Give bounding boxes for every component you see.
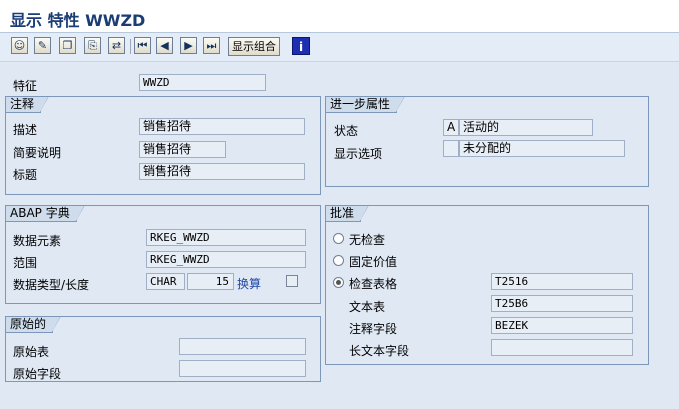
short-text-field[interactable]: 销售招待 bbox=[139, 141, 226, 158]
short-text-label: 简要说明 bbox=[13, 146, 62, 160]
heading-field[interactable]: 销售招待 bbox=[139, 163, 305, 180]
description-field[interactable]: 销售招待 bbox=[139, 118, 305, 135]
display-combination-button[interactable]: 显示组合 bbox=[228, 37, 280, 56]
long-text-field-field[interactable] bbox=[491, 339, 633, 356]
heading-label: 标题 bbox=[13, 168, 38, 182]
edit-pencil-icon[interactable]: ✎ bbox=[34, 37, 51, 54]
person-icon[interactable]: ☺ bbox=[11, 37, 28, 54]
text-table-field[interactable]: T25B6 bbox=[491, 295, 633, 312]
display-option-code-field[interactable] bbox=[443, 140, 459, 157]
description-label: 描述 bbox=[13, 123, 38, 137]
data-element-label: 数据元素 bbox=[13, 234, 62, 248]
application-toolbar: ☺ ✎ ❐ ⎘ ⇄ ⏮ ◀ ▶ ⏭ 显示组合 i bbox=[0, 33, 679, 62]
other-object-icon[interactable]: ⎘ bbox=[84, 37, 101, 54]
origin-table-field[interactable] bbox=[179, 338, 306, 355]
display-option-text-field: 未分配的 bbox=[459, 140, 625, 157]
origin-field-label: 原始字段 bbox=[13, 367, 62, 381]
comment-field-label: 注释字段 bbox=[349, 322, 398, 336]
display-option-label: 显示选项 bbox=[334, 147, 383, 161]
domain-label: 范围 bbox=[13, 256, 38, 270]
copy-icon[interactable]: ❐ bbox=[59, 37, 76, 54]
origin-field-field[interactable] bbox=[179, 360, 306, 377]
status-code-field[interactable]: A bbox=[443, 119, 459, 136]
page-title: 显示 特性 WWZD bbox=[10, 11, 146, 30]
title-bar: 显示 特性 WWZD bbox=[0, 0, 679, 33]
conversion-checkbox[interactable] bbox=[286, 275, 298, 287]
check-table-field[interactable]: T2516 bbox=[491, 273, 633, 290]
check-table-label: 检查表格 bbox=[349, 277, 398, 291]
long-text-field-label: 长文本字段 bbox=[349, 344, 410, 358]
comment-field-field[interactable]: BEZEK bbox=[491, 317, 633, 334]
length-field[interactable]: 15 bbox=[187, 273, 234, 290]
check-group-title: 批准 bbox=[326, 205, 370, 222]
characteristic-label: 特征 bbox=[13, 79, 38, 93]
no-check-radio[interactable] bbox=[333, 233, 344, 244]
toolbar-separator bbox=[130, 39, 131, 54]
origin-group-title: 原始的 bbox=[6, 316, 62, 333]
last-page-icon[interactable]: ⏭ bbox=[203, 37, 220, 54]
characteristic-field[interactable]: WWZD bbox=[139, 74, 266, 91]
conversion-label: 换算 bbox=[237, 277, 262, 291]
fixed-value-radio[interactable] bbox=[333, 255, 344, 266]
domain-field[interactable]: RKEG_WWZD bbox=[146, 251, 306, 268]
further-properties-group-title: 进一步属性 bbox=[326, 96, 406, 113]
data-type-length-label: 数据类型/长度 bbox=[13, 278, 90, 292]
text-table-label: 文本表 bbox=[349, 300, 386, 314]
check-table-radio[interactable] bbox=[333, 277, 344, 288]
fixed-value-label: 固定价值 bbox=[349, 255, 398, 269]
previous-page-icon[interactable]: ◀ bbox=[156, 37, 173, 54]
next-page-icon[interactable]: ▶ bbox=[180, 37, 197, 54]
comment-group-title: 注释 bbox=[6, 96, 50, 113]
origin-table-label: 原始表 bbox=[13, 345, 50, 359]
abap-dictionary-group-title: ABAP 字典 bbox=[6, 205, 85, 222]
first-page-icon[interactable]: ⏮ bbox=[134, 37, 151, 54]
data-element-field[interactable]: RKEG_WWZD bbox=[146, 229, 306, 246]
status-label: 状态 bbox=[334, 124, 359, 138]
info-icon[interactable]: i bbox=[292, 37, 310, 55]
no-check-label: 无检查 bbox=[349, 233, 386, 247]
hierarchy-icon[interactable]: ⇄ bbox=[108, 37, 125, 54]
data-type-field[interactable]: CHAR bbox=[146, 273, 185, 290]
status-text-field: 活动的 bbox=[459, 119, 593, 136]
